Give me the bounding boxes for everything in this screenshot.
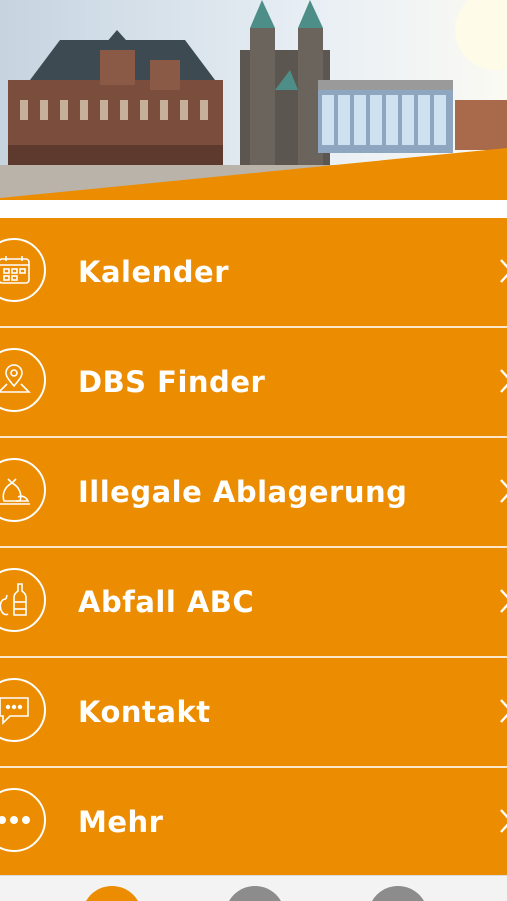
garbage-bag-icon (0, 458, 46, 522)
menu-item-illegale-ablagerung[interactable]: Illegale Ablagerung (0, 438, 507, 548)
menu-item-kalender[interactable]: Kalender (0, 218, 507, 328)
calendar-icon (0, 238, 46, 302)
menu-item-dbs-finder[interactable]: DBS Finder (0, 328, 507, 438)
menu-item-label: Kalender (78, 255, 230, 289)
chevron-right-icon (500, 259, 507, 283)
calendar-tab-icon[interactable] (225, 886, 285, 901)
menu-item-label: DBS Finder (78, 365, 266, 399)
chevron-right-icon (500, 699, 507, 723)
menu-item-label: Illegale Ablagerung (78, 475, 408, 509)
chevron-right-icon (500, 369, 507, 393)
settings-tab-icon[interactable] (368, 886, 428, 901)
menu-item-label: Mehr (78, 805, 164, 839)
home-tab-icon[interactable] (82, 886, 142, 901)
bottle-apple-icon (0, 568, 46, 632)
more-dots-icon (0, 788, 46, 852)
menu-item-abfall-abc[interactable]: Abfall ABC (0, 548, 507, 658)
menu-item-mehr[interactable]: Mehr (0, 768, 507, 876)
chevron-right-icon (500, 589, 507, 613)
bottom-tab-bar (0, 875, 507, 901)
chevron-right-icon (500, 809, 507, 833)
map-pin-icon (0, 348, 46, 412)
chevron-right-icon (500, 479, 507, 503)
menu-item-kontakt[interactable]: Kontakt (0, 658, 507, 768)
main-menu: Kalender DBS Finder Illegale Ablagerung (0, 218, 507, 875)
menu-item-label: Kontakt (78, 695, 211, 729)
header-city-photo (0, 0, 507, 200)
chat-bubble-icon (0, 678, 46, 742)
menu-item-label: Abfall ABC (78, 585, 255, 619)
